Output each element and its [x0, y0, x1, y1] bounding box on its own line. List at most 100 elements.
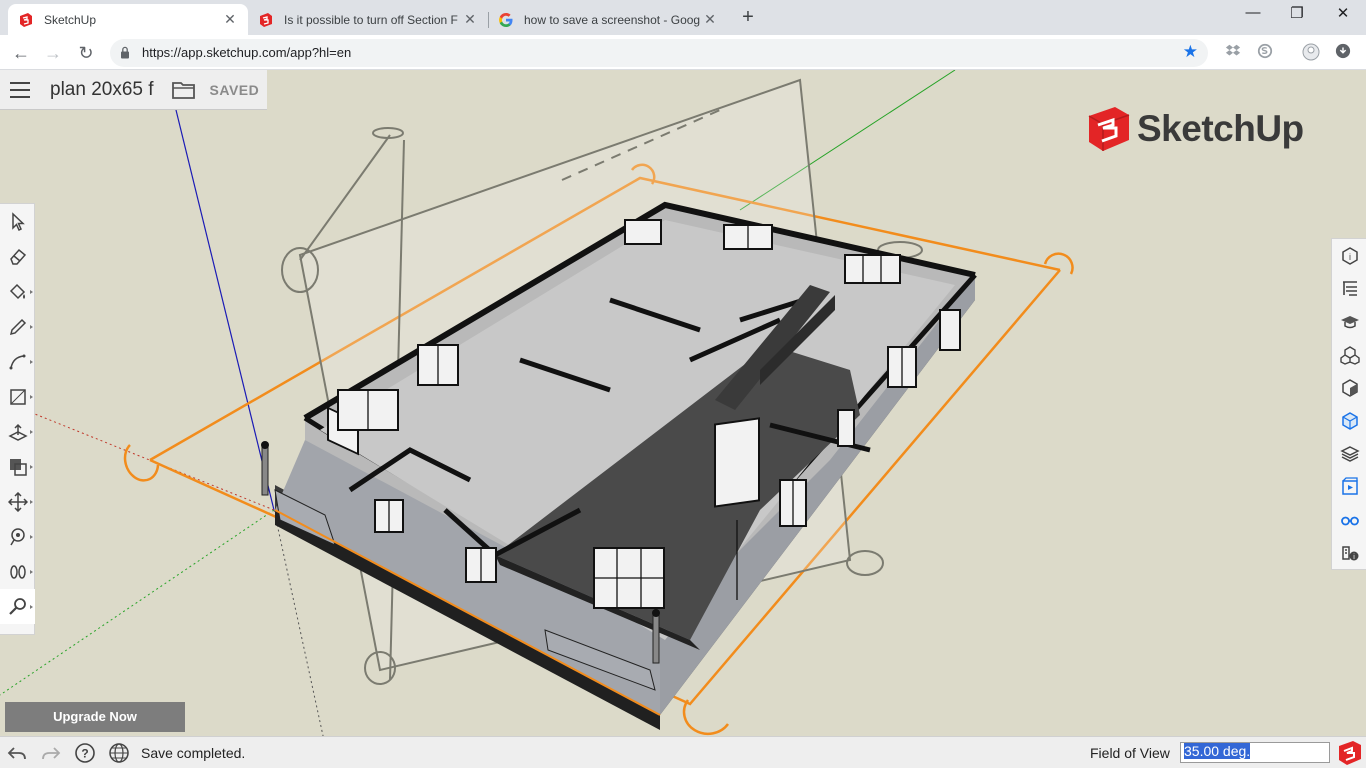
- walk-tool-icon: [9, 564, 26, 579]
- more-tools-indicator: [30, 325, 33, 329]
- 3d-viewport[interactable]: [0, 70, 1366, 768]
- paint-bucket-tool-icon: [9, 283, 25, 299]
- paint-bucket-tool[interactable]: [0, 274, 35, 309]
- field-of-view-value: 35.00 deg.: [1184, 743, 1251, 759]
- browser-tab-bar: SketchUp ✕ Is it possible to turn off Se…: [0, 0, 1366, 35]
- google-favicon-icon: [499, 12, 513, 27]
- instructor-button[interactable]: [1332, 305, 1366, 338]
- sketchup-favicon-icon: [20, 12, 32, 27]
- more-tools-indicator: [30, 570, 33, 574]
- profile-avatar-icon[interactable]: [1302, 43, 1320, 61]
- outliner-icon: [1342, 280, 1357, 296]
- tape-measure-tool-icon: [9, 527, 25, 545]
- scenes-button[interactable]: [1332, 470, 1366, 503]
- instructor-icon: [1340, 315, 1359, 328]
- status-bar: ? Save completed. Field of View 35.00 de…: [0, 736, 1366, 768]
- browser-menu-icon[interactable]: [1334, 43, 1352, 61]
- close-tab-icon[interactable]: ✕: [462, 11, 478, 28]
- back-button[interactable]: ←: [9, 41, 33, 65]
- outliner-button[interactable]: [1332, 272, 1366, 305]
- arc-tool-icon: [9, 354, 25, 369]
- app-title-bar: plan 20x65 f SAVED: [0, 70, 267, 110]
- status-message: Save completed.: [141, 745, 246, 761]
- new-tab-button[interactable]: +: [737, 6, 759, 29]
- materials-button[interactable]: [1332, 371, 1366, 404]
- select-tool-icon: [11, 211, 25, 231]
- tab-title: how to save a screenshot - Goog: [524, 12, 701, 27]
- tape-measure-tool[interactable]: [0, 519, 35, 554]
- minimize-window-button[interactable]: —: [1230, 4, 1276, 21]
- push-pull-tool-icon: [7, 423, 28, 441]
- model-info-button[interactable]: i: [1332, 536, 1366, 569]
- entity-info-button[interactable]: i: [1332, 239, 1366, 272]
- brand-name: SketchUp: [1137, 108, 1304, 149]
- eraser-tool-icon: [9, 248, 26, 265]
- rectangle-tool-icon: [9, 388, 26, 405]
- blue-axis: [175, 109, 275, 511]
- styles-button[interactable]: [1332, 404, 1366, 437]
- tab-title: SketchUp: [44, 12, 97, 27]
- more-tools-indicator: [30, 360, 33, 364]
- rectangle-tool[interactable]: [0, 379, 35, 414]
- tab-title: Is it possible to turn off Section F: [284, 12, 458, 27]
- components-button[interactable]: [1332, 338, 1366, 371]
- sketchup-logo: SketchUp: [1087, 106, 1304, 152]
- zoom-tool[interactable]: [0, 589, 35, 624]
- address-bar[interactable]: https://app.sketchup.com/app?hl=en ★: [110, 39, 1208, 67]
- url-text: https://app.sketchup.com/app?hl=en: [142, 45, 352, 60]
- lock-icon: [121, 46, 129, 59]
- reload-button[interactable]: ↻: [74, 41, 98, 65]
- select-tool[interactable]: [0, 204, 35, 239]
- layers-button[interactable]: [1332, 437, 1366, 470]
- sketchup-corner-icon[interactable]: [1338, 740, 1362, 766]
- eraser-tool[interactable]: [0, 239, 35, 274]
- offset-tool-icon: [9, 458, 27, 476]
- red-axis-negative: [0, 399, 275, 511]
- browser-toolbar: ← → ↻ https://app.sketchup.com/app?hl=en…: [0, 35, 1366, 70]
- undo-icon[interactable]: [6, 742, 28, 764]
- redo-icon[interactable]: [40, 742, 62, 764]
- field-of-view-input[interactable]: 35.00 deg.: [1180, 742, 1330, 763]
- dropbox-extension-icon[interactable]: [1224, 43, 1242, 61]
- field-of-view-label: Field of View: [1090, 745, 1170, 761]
- more-tools-indicator: [30, 500, 33, 504]
- pencil-tool-icon: [9, 318, 26, 335]
- tab-google-search[interactable]: how to save a screenshot - Goog ✕: [488, 4, 728, 35]
- forward-button[interactable]: →: [41, 41, 65, 65]
- help-icon[interactable]: ?: [74, 742, 96, 764]
- materials-icon: [1341, 378, 1358, 397]
- walk-tool[interactable]: [0, 554, 35, 589]
- close-tab-icon[interactable]: ✕: [702, 11, 718, 28]
- display-button[interactable]: [1332, 503, 1366, 536]
- skype-extension-icon[interactable]: [1256, 43, 1274, 61]
- restore-window-button[interactable]: ❐: [1274, 4, 1320, 22]
- layers-icon: [1339, 445, 1360, 462]
- more-tools-indicator: [30, 605, 33, 609]
- offset-tool[interactable]: [0, 449, 35, 484]
- sketchup-app: plan 20x65 f SAVED SketchUp i i Upgrade …: [0, 70, 1366, 768]
- menu-icon[interactable]: [10, 81, 30, 98]
- more-tools-indicator: [30, 465, 33, 469]
- svg-text:?: ?: [81, 747, 88, 761]
- tab-section-fill[interactable]: Is it possible to turn off Section F ✕: [248, 4, 488, 35]
- globe-icon[interactable]: [108, 742, 130, 764]
- components-icon: [1339, 345, 1360, 365]
- sketchup-logo-icon: [1088, 107, 1130, 151]
- model-info-icon: i: [1341, 545, 1358, 561]
- sketchup-favicon-icon: [260, 12, 272, 27]
- document-title[interactable]: plan 20x65 f: [50, 79, 154, 101]
- push-pull-tool[interactable]: [0, 414, 35, 449]
- upgrade-now-button[interactable]: Upgrade Now: [5, 702, 185, 732]
- bookmark-star-icon[interactable]: ★: [1183, 42, 1198, 62]
- close-window-button[interactable]: ✕: [1320, 4, 1366, 22]
- arc-tool[interactable]: [0, 344, 35, 379]
- move-tool-icon: [7, 491, 28, 512]
- folder-icon[interactable]: [171, 80, 196, 100]
- pencil-tool[interactable]: [0, 309, 35, 344]
- zoom-tool-icon: [8, 597, 26, 615]
- svg-text:i: i: [1349, 252, 1351, 262]
- close-tab-icon[interactable]: ✕: [222, 11, 238, 28]
- tab-sketchup[interactable]: SketchUp ✕: [8, 4, 248, 35]
- move-tool[interactable]: [0, 484, 35, 519]
- more-tools-indicator: [30, 535, 33, 539]
